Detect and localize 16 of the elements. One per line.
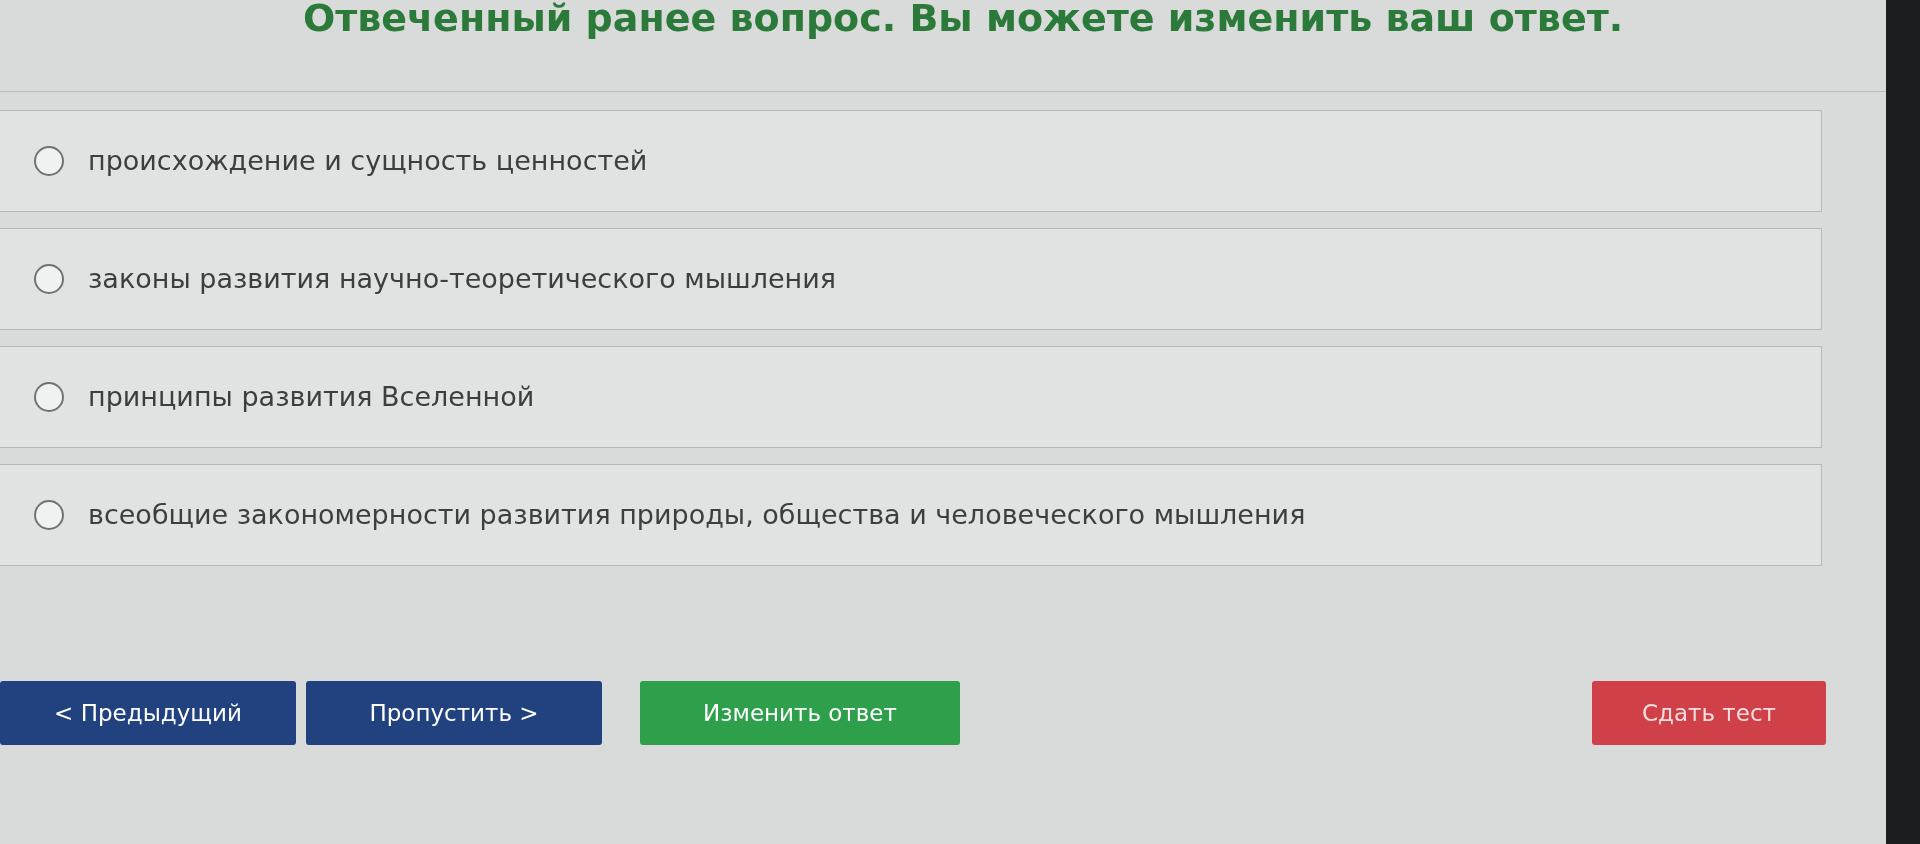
- answer-option[interactable]: происхождение и сущность ценностей: [0, 110, 1822, 212]
- option-text: принципы развития Вселенной: [88, 379, 535, 414]
- radio-button[interactable]: [34, 500, 64, 530]
- navigation-button[interactable]: Пропустить >: [306, 681, 602, 745]
- option-text: всеобщие закономерности развития природы, общества и человеческого мышления: [88, 497, 1306, 532]
- navigation-button[interactable]: < Предыдущий: [0, 681, 296, 745]
- question-status-heading: Отвеченный ранее вопрос. Вы можете изменить ваш ответ.: [302, 0, 1624, 40]
- answer-option[interactable]: всеобщие закономерности развития природы, общества и человеческого мышления: [0, 464, 1822, 566]
- submit-test-button[interactable]: Сдать тест: [1592, 681, 1826, 745]
- radio-button[interactable]: [34, 382, 64, 412]
- answer-option[interactable]: принципы развития Вселенной: [0, 346, 1822, 448]
- radio-button[interactable]: [34, 264, 64, 294]
- radio-button[interactable]: [34, 146, 64, 176]
- answer-option[interactable]: законы развития научно-теоретического мышления: [0, 228, 1822, 330]
- option-text: происхождение и сущность ценностей: [88, 143, 648, 178]
- option-text: законы развития научно-теоретического мышления: [88, 261, 837, 296]
